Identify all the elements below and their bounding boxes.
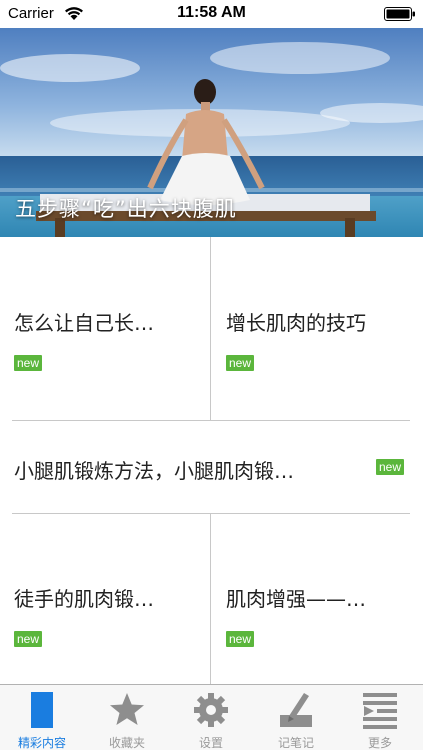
article-card[interactable]: 怎么让自己长… new bbox=[0, 237, 210, 420]
new-badge: new bbox=[376, 459, 405, 475]
article-title: 小腿肌锻炼方法，小腿肌肉锻… bbox=[14, 459, 294, 483]
tab-featured[interactable]: 精彩内容 bbox=[0, 685, 84, 750]
article-title: 怎么让自己长… bbox=[14, 311, 154, 335]
article-title: 增长肌肉的技巧 bbox=[226, 311, 366, 335]
tab-settings[interactable]: 设置 bbox=[169, 685, 253, 750]
tab-favorites[interactable]: 收藏夹 bbox=[85, 685, 169, 750]
clock: 11:58 AM bbox=[177, 4, 246, 21]
tab-more[interactable]: 更多 bbox=[338, 685, 422, 750]
tab-label: 精彩内容 bbox=[17, 736, 66, 750]
battery-icon bbox=[384, 7, 415, 21]
tab-notes[interactable]: 记笔记 bbox=[254, 685, 338, 750]
divider bbox=[210, 237, 211, 420]
tab-label: 记笔记 bbox=[277, 736, 314, 750]
document-icon bbox=[31, 692, 53, 728]
divider bbox=[210, 514, 211, 684]
article-card[interactable]: 增长肌肉的技巧 new bbox=[211, 237, 423, 420]
article-card[interactable]: 徒手的肌肉锻… new bbox=[0, 514, 210, 684]
tab-bar: 精彩内容 收藏夹 设置 记笔记 更多 bbox=[0, 684, 423, 750]
status-bar: Carrier 11:58 AM bbox=[0, 0, 423, 28]
more-list-icon bbox=[363, 693, 397, 729]
article-title: 肌肉增强——… bbox=[226, 587, 366, 611]
new-badge: new bbox=[14, 631, 43, 647]
hero-caption: 五步骤“吃”出六块腹肌 bbox=[15, 197, 237, 221]
hero-banner[interactable]: 五步骤“吃”出六块腹肌 bbox=[0, 28, 423, 237]
new-badge: new bbox=[14, 355, 43, 371]
article-card[interactable]: 小腿肌锻炼方法，小腿肌肉锻… new bbox=[0, 421, 423, 513]
star-icon bbox=[110, 693, 144, 725]
new-badge: new bbox=[226, 355, 255, 371]
tab-label: 设置 bbox=[198, 736, 223, 750]
article-card[interactable]: 肌肉增强——… new bbox=[211, 514, 423, 684]
tab-label: 收藏夹 bbox=[108, 736, 145, 750]
article-grid: 怎么让自己长… new 增长肌肉的技巧 new 小腿肌锻炼方法，小腿肌肉锻… n… bbox=[0, 237, 423, 684]
article-title: 徒手的肌肉锻… bbox=[14, 587, 154, 611]
tab-label: 更多 bbox=[367, 736, 392, 750]
new-badge: new bbox=[226, 631, 255, 647]
pen-note-icon bbox=[280, 693, 312, 727]
gear-icon bbox=[194, 693, 228, 727]
